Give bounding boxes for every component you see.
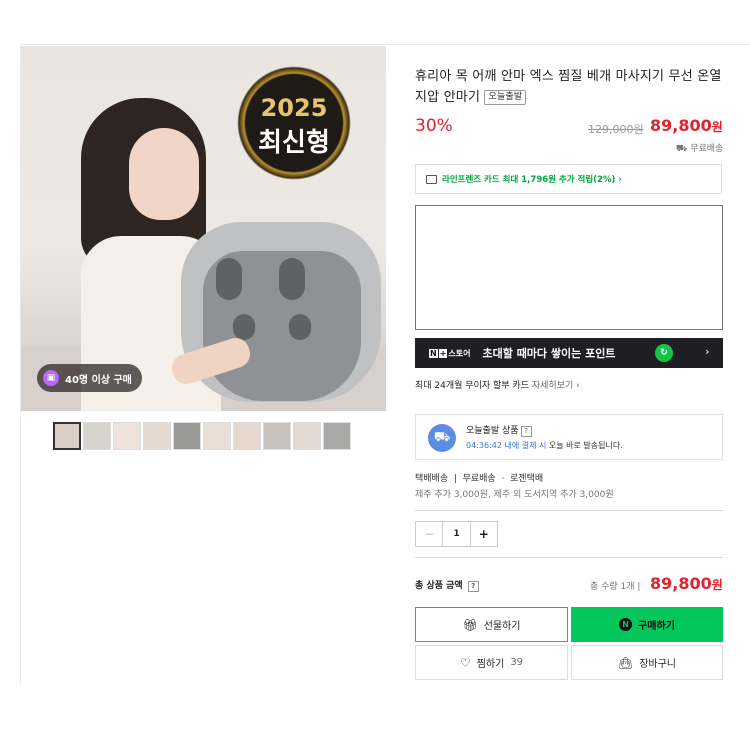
option-area-box xyxy=(415,205,723,330)
naver-store-banner[interactable]: N + 스토어 초대할 때마다 쌓이는 포인트 ↻ › xyxy=(415,338,723,368)
shipping-desc-text: 오늘 바로 발송됩니다. xyxy=(546,441,623,450)
thumbnail[interactable] xyxy=(143,422,171,450)
today-shipping-box: ⛟ 오늘출발 상품? 04:36:42 내에 결제 시 오늘 바로 발송됩니다. xyxy=(415,414,723,460)
installment-more-link[interactable]: 자세히보기 › xyxy=(532,381,580,391)
massager-knob xyxy=(279,258,305,300)
installment-info: 최대 24개월 무이자 할부 카드 자세히보기 › xyxy=(415,378,580,391)
banner-arrow-icon: › xyxy=(705,345,710,358)
thumbnail[interactable] xyxy=(233,422,261,450)
quantity-value[interactable]: 1 xyxy=(443,522,469,546)
cart-button[interactable]: 👜︎ 장바구니 xyxy=(571,645,723,680)
seal-year: 2025 xyxy=(260,94,328,122)
thumbnail[interactable] xyxy=(173,422,201,450)
card-promo-text: 라인프렌즈 카드 최대 1,796원 추가 적립(2%) › xyxy=(442,175,622,185)
gift-label: 선물하기 xyxy=(483,621,521,632)
free-shipping-text: 무료배송 xyxy=(690,144,724,154)
total-price-value: 89,800 xyxy=(650,574,712,593)
logo-store-text: 스토어 xyxy=(448,348,471,358)
help-icon[interactable]: ? xyxy=(520,426,532,437)
thumbnail[interactable] xyxy=(113,422,141,450)
today-shipping-desc: 04:36:42 내에 결제 시 오늘 바로 발송됩니다. xyxy=(466,440,623,451)
sale-price-value: 89,800 xyxy=(650,116,712,135)
discount-rate: 30% xyxy=(415,116,453,136)
divider xyxy=(415,510,723,511)
shipping-countdown: 04:36:42 내에 결제 시 xyxy=(466,441,547,450)
buyer-count-text: 40명 이상 구매 xyxy=(65,374,132,386)
installment-text: 최대 24개월 무이자 할부 카드 xyxy=(415,381,529,391)
sale-price: 89,800원 xyxy=(650,116,723,135)
thumbnail[interactable] xyxy=(293,422,321,450)
gift-button[interactable]: 🎁︎ 선물하기 xyxy=(415,607,568,642)
today-shipping-tag: 오늘출발 xyxy=(484,90,527,105)
delivery-extra-fee: 제주 추가 3,000원, 제주 외 도서지역 추가 3,000원 xyxy=(415,490,614,500)
wishlist-label: 찜하기 xyxy=(476,659,505,670)
thumbnail[interactable] xyxy=(203,422,231,450)
today-shipping-title: 오늘출발 상품? xyxy=(466,423,532,437)
delivery-truck-icon: ⛟ xyxy=(428,424,456,452)
product-main-image[interactable]: 2025 최신형 ▣ 40명 이상 구매 xyxy=(21,46,386,411)
content-top-border xyxy=(20,44,750,45)
total-price-label: 총 상품 금액 ? xyxy=(415,578,479,592)
help-icon[interactable]: ? xyxy=(467,581,479,592)
credit-card-icon xyxy=(426,174,437,184)
buy-button[interactable]: N 구매하기 xyxy=(571,607,723,642)
product-title-text: 휴리아 목 어깨 안마 엑스 찜질 베개 마사지기 무선 온열 지압 안마기 xyxy=(415,69,722,105)
quantity-plus-button[interactable]: + xyxy=(469,522,497,546)
original-price: 129,000원 xyxy=(588,123,644,136)
card-promo-box[interactable]: 라인프렌즈 카드 최대 1,796원 추가 적립(2%) › xyxy=(415,164,722,194)
thumbnail[interactable] xyxy=(53,422,81,450)
model-face xyxy=(129,128,199,220)
divider xyxy=(415,557,723,558)
massager-knob xyxy=(289,314,311,340)
shopping-bag-icon: 👜︎ xyxy=(617,655,634,670)
truck-icon: ⛟ xyxy=(676,144,688,154)
total-label-text: 총 상품 금액 xyxy=(415,581,463,591)
naver-n-icon: N xyxy=(619,618,633,631)
gift-icon: 🎁︎ xyxy=(462,617,478,632)
point-coin-icon: ↻ xyxy=(655,344,673,362)
quantity-stepper: − 1 + xyxy=(415,521,498,547)
today-shipping-title-text: 오늘출발 상품 xyxy=(466,426,519,436)
logo-n: N xyxy=(429,348,438,358)
delivery-method: 택배배송 | 무료배송 · 로젠택배 xyxy=(415,474,544,484)
thumbnail-strip xyxy=(53,422,351,450)
cart-label: 장바구니 xyxy=(639,659,677,670)
seal-text: 최신형 xyxy=(258,128,330,158)
total-price: 89,800원 xyxy=(650,574,723,593)
shopping-bag-icon: ▣ xyxy=(43,370,59,386)
sale-price-unit: 원 xyxy=(711,120,723,134)
massager-knob xyxy=(233,314,255,340)
buyer-count-badge: ▣ 40명 이상 구매 xyxy=(37,364,142,392)
heart-icon: ♡ xyxy=(459,655,471,670)
logo-plus: + xyxy=(438,348,448,358)
buy-label: 구매하기 xyxy=(638,621,675,632)
total-quantity: 총 수량 1개 | xyxy=(590,582,641,592)
massager-knob xyxy=(216,258,242,300)
quantity-minus-button[interactable]: − xyxy=(416,522,444,546)
product-title: 휴리아 목 어깨 안마 엑스 찜질 베개 마사지기 무선 온열 지압 안마기 오… xyxy=(415,66,725,108)
wishlist-button[interactable]: ♡ 찜하기 39 xyxy=(415,645,568,680)
naver-store-logo: N + 스토어 xyxy=(429,348,471,359)
banner-text: 초대할 때마다 쌓이는 포인트 xyxy=(482,347,616,360)
wishlist-count: 39 xyxy=(510,657,524,668)
thumbnail[interactable] xyxy=(323,422,351,450)
free-shipping-label: ⛟ 무료배송 xyxy=(676,141,723,155)
total-price-unit: 원 xyxy=(711,578,723,592)
thumbnail[interactable] xyxy=(263,422,291,450)
thumbnail[interactable] xyxy=(83,422,111,450)
